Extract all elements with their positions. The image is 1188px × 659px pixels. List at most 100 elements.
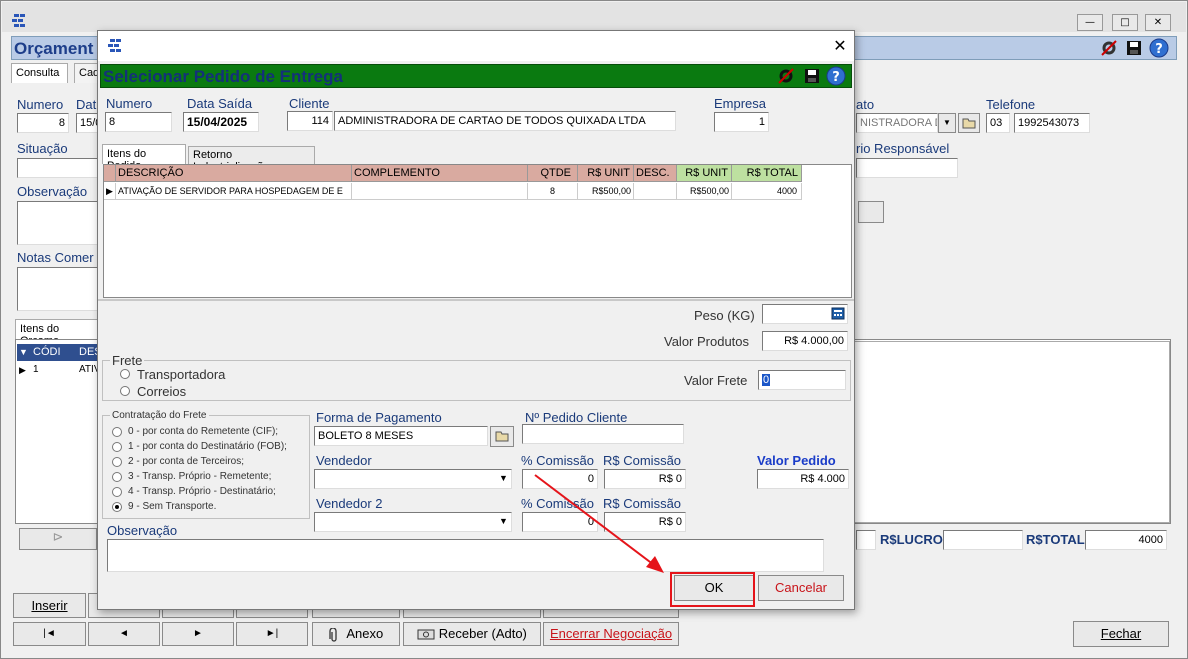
- pedido-cliente-input[interactable]: [522, 424, 684, 444]
- settings-icon[interactable]: [777, 67, 795, 85]
- valor-pedido-input: R$ 4.000: [757, 469, 849, 489]
- nav-prev-button[interactable]: ◄: [88, 622, 160, 646]
- inserir-button[interactable]: Inserir: [13, 593, 86, 618]
- dropdown-arrow-icon[interactable]: ▼: [499, 473, 508, 483]
- responsavel-button[interactable]: [858, 201, 884, 223]
- dlg-lower-separator: [98, 299, 854, 301]
- dlg-empresa-input[interactable]: 1: [714, 112, 769, 132]
- dlg-observacao-input[interactable]: [107, 539, 824, 572]
- contratacao-option-0[interactable]: 0 - por conta do Remetente (CIF);: [128, 426, 278, 437]
- contato-dropdown[interactable]: ▼: [938, 113, 956, 133]
- grid-header-desc: DESC.: [634, 165, 677, 182]
- contratacao-option-5[interactable]: 9 - Sem Transporte.: [128, 501, 216, 512]
- vendedor2-label: Vendedor 2: [316, 496, 383, 511]
- app-logo-icon: [108, 39, 121, 52]
- contratacao-radio-2[interactable]: [112, 457, 122, 467]
- frete-correios-label[interactable]: Correios: [137, 384, 186, 399]
- vendedor-select[interactable]: [314, 469, 512, 489]
- pedido-cliente-label: Nº Pedido Cliente: [525, 410, 628, 425]
- row-total: 4000: [732, 183, 802, 200]
- receber-label: Receber (Adto): [438, 626, 527, 641]
- frete-transportadora-label[interactable]: Transportadora: [137, 367, 225, 382]
- settings-icon[interactable]: [1100, 39, 1118, 57]
- contratacao-radio-5[interactable]: [112, 502, 122, 512]
- cancelar-button[interactable]: Cancelar: [758, 575, 844, 601]
- maximize-button[interactable]: □: [1112, 14, 1138, 31]
- tab-consulta[interactable]: Consulta: [11, 63, 68, 83]
- contratacao-option-1[interactable]: 1 - por conta do Destinatário (FOB);: [128, 441, 287, 452]
- valor-frete-input[interactable]: 0: [758, 370, 846, 390]
- save-icon[interactable]: [804, 68, 820, 84]
- tab-retorno-industrializacao[interactable]: Retorno Industrialização: [188, 146, 315, 173]
- table-row[interactable]: ▶ 1 ATIV: [17, 362, 100, 378]
- nav-last-button[interactable]: ►|: [236, 622, 308, 646]
- row-unit: R$500,00: [578, 183, 634, 200]
- grid-sort-icon: ▼: [19, 347, 28, 357]
- help-icon[interactable]: ?: [826, 66, 846, 86]
- situacao-label: Situação: [17, 141, 68, 156]
- dlg-data-saida-label: Data Saída: [187, 96, 253, 111]
- telefone-label: Telefone: [986, 97, 1036, 112]
- forma-pagamento-input[interactable]: BOLETO 8 MESES: [314, 426, 488, 446]
- contratacao-radio-0[interactable]: [112, 427, 122, 437]
- dropdown-arrow-icon[interactable]: ▼: [499, 516, 508, 526]
- main-grid-header: ▼ CÓDI DES: [17, 344, 102, 361]
- dialog-titlebar: ✕: [98, 31, 854, 61]
- tab-itens-pedido[interactable]: Itens do Pedido: [102, 144, 186, 172]
- dlg-data-saida-input[interactable]: 15/04/2025: [183, 112, 259, 132]
- telefone-ddd[interactable]: 03: [986, 113, 1010, 133]
- save-icon[interactable]: [1126, 40, 1142, 56]
- contato-label: ato: [856, 97, 875, 112]
- nav-first-button[interactable]: |◄: [13, 622, 86, 646]
- contratacao-option-4[interactable]: 4 - Transp. Próprio - Destinatário;: [128, 486, 276, 497]
- dlg-numero-input[interactable]: 8: [105, 112, 172, 132]
- fechar-button[interactable]: Fechar: [1073, 621, 1169, 647]
- paperclip-icon: [329, 626, 337, 642]
- contratacao-option-3[interactable]: 3 - Transp. Próprio - Remetente;: [128, 471, 271, 482]
- receber-button[interactable]: Receber (Adto): [403, 622, 541, 646]
- observacao-label: Observação: [17, 184, 88, 199]
- valor-frete-label: Valor Frete: [684, 373, 748, 388]
- encerrar-negociacao-button[interactable]: Encerrar Negociação: [543, 622, 679, 646]
- window-close-button[interactable]: ✕: [1145, 14, 1171, 31]
- rs-comissao-label: R$ Comissão: [603, 453, 682, 468]
- telefone-input[interactable]: 1992543073: [1014, 113, 1090, 133]
- nav-next-button[interactable]: ►: [162, 622, 234, 646]
- contratacao-radio-4[interactable]: [112, 487, 122, 497]
- folder-icon: [495, 431, 509, 442]
- grid-header-codigo: CÓDI: [33, 346, 61, 358]
- contratacao-radio-3[interactable]: [112, 472, 122, 482]
- contratacao-option-2[interactable]: 2 - por conta de Terceiros;: [128, 456, 244, 467]
- numero-input[interactable]: 8: [17, 113, 69, 133]
- dialog-close-button[interactable]: ✕: [832, 36, 848, 55]
- forma-pagamento-folder-button[interactable]: [490, 426, 514, 447]
- help-icon[interactable]: ?: [1149, 38, 1169, 58]
- dlg-observacao-label: Observação: [107, 523, 178, 538]
- contato-input[interactable]: NISTRADORA D: [856, 113, 938, 133]
- grid-header-descricao: DESCRIÇÃO: [116, 165, 352, 182]
- close-icon: ✕: [833, 36, 847, 55]
- dlg-cliente-name[interactable]: ADMINISTRADORA DE CARTAO DE TODOS QUIXAD…: [334, 111, 676, 131]
- calculator-icon[interactable]: [831, 307, 845, 320]
- anexo-button[interactable]: Anexo: [312, 622, 400, 646]
- contratacao-radio-1[interactable]: [112, 442, 122, 452]
- contato-folder-button[interactable]: [958, 113, 980, 133]
- dlg-cliente-code[interactable]: 114: [287, 111, 333, 131]
- minimize-button[interactable]: —: [1077, 14, 1103, 31]
- row-unit-final: R$500,00: [677, 183, 732, 200]
- data-label: Dat: [76, 97, 97, 112]
- observacao-input[interactable]: [17, 201, 99, 245]
- frete-transportadora-radio[interactable]: [120, 369, 130, 379]
- row-pointer-icon: ▶: [19, 365, 26, 375]
- grid-nav-button[interactable]: ⊳: [19, 528, 97, 550]
- notas-input[interactable]: [17, 267, 99, 311]
- situacao-input[interactable]: [17, 158, 99, 178]
- valor-pedido-label: Valor Pedido: [757, 453, 836, 468]
- responsavel-input[interactable]: [856, 158, 958, 178]
- frete-correios-radio[interactable]: [120, 386, 130, 396]
- dlg-items-grid[interactable]: DESCRIÇÃO COMPLEMENTO QTDE R$ UNIT DESC.…: [103, 164, 852, 298]
- valor-frete-value: 0: [762, 374, 771, 386]
- tab-itens-orcamento[interactable]: Itens do Orçame: [15, 319, 101, 347]
- grid-header-unit-final: R$ UNIT: [677, 165, 732, 182]
- vendedor2-select[interactable]: [314, 512, 512, 532]
